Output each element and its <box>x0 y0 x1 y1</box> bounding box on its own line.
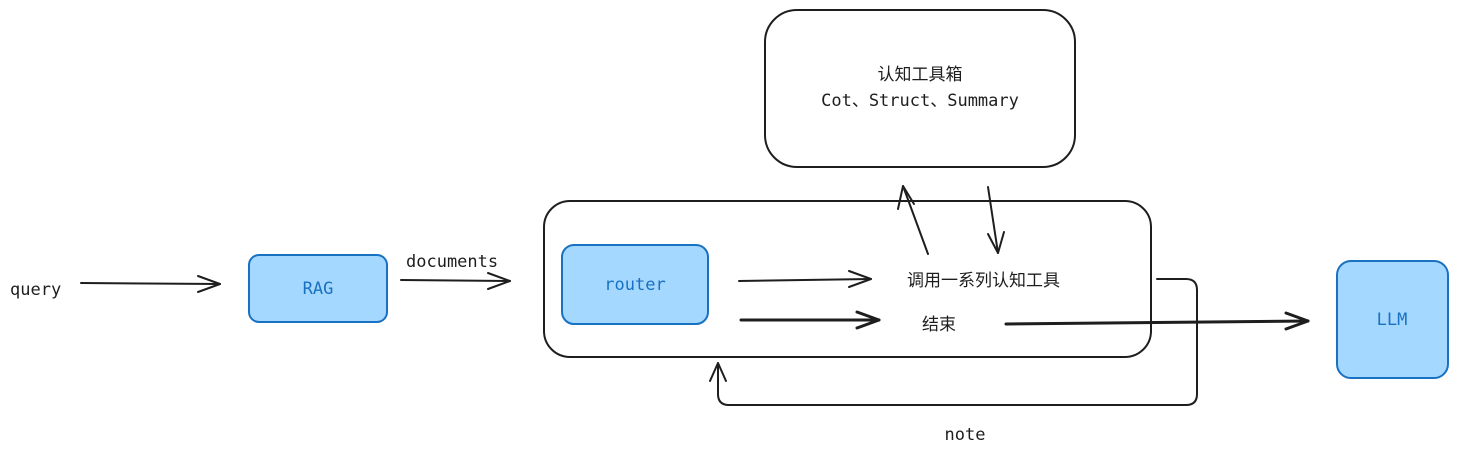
query-arrow <box>80 275 221 293</box>
finish-label: 结束 <box>922 315 956 335</box>
router-to-tools-arrow <box>738 270 872 288</box>
documents-arrow <box>400 272 511 290</box>
toolbox-title: 认知工具箱 <box>878 65 963 85</box>
call-tools-label: 调用一系列认知工具 <box>907 271 1060 291</box>
documents-label: documents <box>406 252 498 272</box>
rag-node: RAG <box>248 254 388 323</box>
toolbox-tools: Cot、Struct、Summary <box>821 91 1019 111</box>
llm-node: LLM <box>1336 260 1449 379</box>
tools-to-toolbox-arrow <box>897 185 929 255</box>
toolbox-box <box>764 9 1076 168</box>
workflow-diagram: 认知工具箱 Cot、Struct、Summary RAG router LLM … <box>10 9 1449 445</box>
query-label: query <box>10 280 61 300</box>
toolbox-node: 认知工具箱 Cot、Struct、Summary <box>764 9 1076 168</box>
toolbox-to-tools-arrow <box>987 186 1005 254</box>
router-to-finish-arrow <box>739 310 881 330</box>
router-node: router <box>561 244 709 325</box>
note-label: note <box>945 425 986 445</box>
finish-to-llm-arrow <box>1004 311 1310 331</box>
router-label: router <box>604 275 665 295</box>
note-loop-arrow <box>709 278 1198 406</box>
llm-label: LLM <box>1377 310 1408 330</box>
rag-label: RAG <box>303 279 334 299</box>
